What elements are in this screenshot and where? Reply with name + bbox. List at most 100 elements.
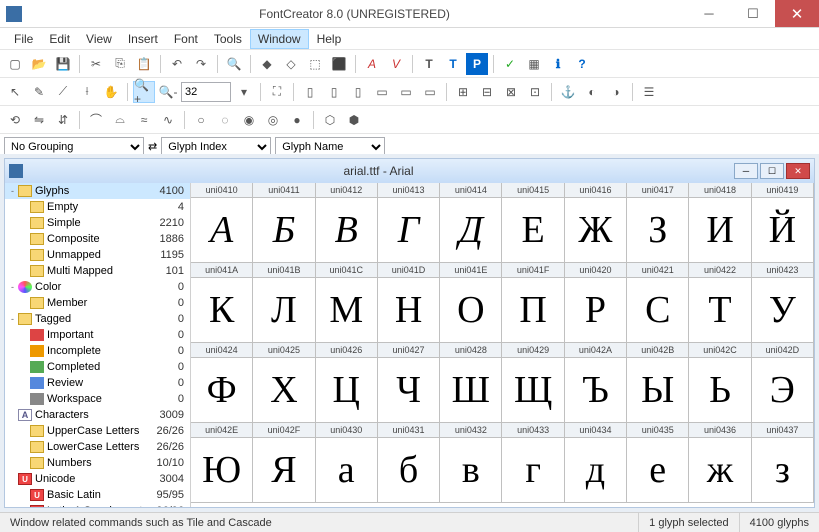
text-t2-button[interactable]: T [442,53,464,75]
glyph-cell[interactable]: uni0420Р [564,262,627,343]
c3-button[interactable]: ◉ [238,109,260,131]
tree-item[interactable]: ACharacters3009 [5,407,190,423]
glyph-cell[interactable]: uni0417З [626,183,689,263]
align1-button[interactable]: ▯ [299,81,321,103]
menu-tools[interactable]: Tools [206,29,250,49]
tree-item[interactable]: Member0 [5,295,190,311]
glyph-cell[interactable]: uni0427Ч [377,342,440,423]
glyph-cell[interactable]: uni0412В [315,183,378,263]
align4-button[interactable]: ▭ [371,81,393,103]
glyph-cell[interactable]: uni0426Ц [315,342,378,423]
find-button[interactable]: 🔍 [223,53,245,75]
glyph-cell[interactable]: uni0423У [751,262,814,343]
park-button[interactable]: P [466,53,488,75]
copy-button[interactable]: ⎘ [109,53,131,75]
menu-file[interactable]: File [6,29,41,49]
undo-button[interactable]: ↶ [166,53,188,75]
c5-button[interactable]: ● [286,109,308,131]
anchor3-button[interactable]: ◑ [605,81,627,103]
snap4-button[interactable]: ⊡ [524,81,546,103]
glyph-cell[interactable]: uni0429Щ [501,342,564,423]
glyph-cell[interactable]: uni0411Б [252,183,315,263]
anchor1-button[interactable]: ⚓ [557,81,579,103]
grid-button[interactable]: ▦ [523,53,545,75]
document-titlebar[interactable]: arial.ttf - Arial ─ ☐ ✕ [5,159,814,183]
align3-button[interactable]: ▯ [347,81,369,103]
glyph-grid[interactable]: uni0410Аuni0411Бuni0412Вuni0413Гuni0414Д… [191,183,814,507]
c1-button[interactable]: ○ [190,109,212,131]
close-button[interactable]: ✕ [775,0,819,27]
tree-item[interactable]: Incomplete0 [5,343,190,359]
menu-insert[interactable]: Insert [120,29,166,49]
tree-item[interactable]: Empty4 [5,199,190,215]
glyph-cell[interactable]: uni0431б [377,422,440,503]
maximize-button[interactable]: ☐ [731,0,775,27]
glyph-cell[interactable]: uni0428Ш [439,342,502,423]
layer-button[interactable]: ☰ [638,81,660,103]
s1-button[interactable]: ⌒ [85,109,107,131]
glyph-cell[interactable]: uni0436ж [688,422,751,503]
glyph-cell[interactable]: uni0435е [626,422,689,503]
anchor2-button[interactable]: ◐ [581,81,603,103]
glyph-cell[interactable]: uni0421С [626,262,689,343]
tree-item[interactable]: -Glyphs4100 [5,183,190,199]
d2-button[interactable]: ⬢ [343,109,365,131]
menu-view[interactable]: View [78,29,120,49]
doc-minimize-button[interactable]: ─ [734,163,758,179]
snap3-button[interactable]: ⊠ [500,81,522,103]
script-a-button[interactable]: A [361,53,383,75]
glyph-cell[interactable]: uni041DН [377,262,440,343]
tree-item[interactable]: Numbers10/10 [5,455,190,471]
glyph-cell[interactable]: uni042EЮ [191,422,253,503]
c2-button[interactable]: ◌ [214,109,236,131]
zoom-in-button[interactable]: 🔍+ [133,81,155,103]
glyph-cell[interactable]: uni041CМ [315,262,378,343]
glyph-cell[interactable]: uni0410А [191,183,253,263]
open-button[interactable]: 📂 [28,53,50,75]
glyph-cell[interactable]: uni042DЭ [751,342,814,423]
tool-c-button[interactable]: ⬚ [304,53,326,75]
fliph-button[interactable]: ⇋ [28,109,50,131]
snap2-button[interactable]: ⊟ [476,81,498,103]
hand-tool[interactable]: ✋ [100,81,122,103]
knife-tool[interactable]: ⟋ [52,81,74,103]
snap1-button[interactable]: ⊞ [452,81,474,103]
glyph-cell[interactable]: uni0434д [564,422,627,503]
tool-d-button[interactable]: ⬛ [328,53,350,75]
help-button[interactable]: ? [571,53,593,75]
glyph-cell[interactable]: uni0430а [315,422,378,503]
s3-button[interactable]: ≈ [133,109,155,131]
tree-item[interactable]: LowerCase Letters26/26 [5,439,190,455]
tree-item[interactable]: UpperCase Letters26/26 [5,423,190,439]
align2-button[interactable]: ▯ [323,81,345,103]
glyph-cell[interactable]: uni042CЬ [688,342,751,423]
glyph-cell[interactable]: uni041BЛ [252,262,315,343]
menu-help[interactable]: Help [309,29,350,49]
tree-item[interactable]: Simple2210 [5,215,190,231]
glyph-cell[interactable]: uni0424Ф [191,342,253,423]
tree-item[interactable]: Workspace0 [5,391,190,407]
measure-tool[interactable]: ⟊ [76,81,98,103]
info-button[interactable]: ℹ [547,53,569,75]
rotate-button[interactable]: ⟲ [4,109,26,131]
doc-maximize-button[interactable]: ☐ [760,163,784,179]
tree-item[interactable]: -Color0 [5,279,190,295]
menu-window[interactable]: Window [250,29,309,49]
glyph-cell[interactable]: uni0414Д [439,183,502,263]
glyph-tree[interactable]: -Glyphs4100Empty4Simple2210Composite1886… [5,183,191,507]
flipv-button[interactable]: ⇵ [52,109,74,131]
glyph-cell[interactable]: uni041AК [191,262,253,343]
tree-item[interactable]: -Tagged0 [5,311,190,327]
doc-close-button[interactable]: ✕ [786,163,810,179]
tree-item[interactable]: Important0 [5,327,190,343]
script-v-button[interactable]: V [385,53,407,75]
tree-item[interactable]: Composite1886 [5,231,190,247]
glyph-cell[interactable]: uni0425Х [252,342,315,423]
menu-font[interactable]: Font [166,29,206,49]
glyph-cell[interactable]: uni0432в [439,422,502,503]
glyph-cell[interactable]: uni0416Ж [564,183,627,263]
glyph-cell[interactable]: uni0422Т [688,262,751,343]
glyph-cell[interactable]: uni0437з [751,422,814,503]
tree-item[interactable]: Review0 [5,375,190,391]
tree-item[interactable]: Unmapped1195 [5,247,190,263]
